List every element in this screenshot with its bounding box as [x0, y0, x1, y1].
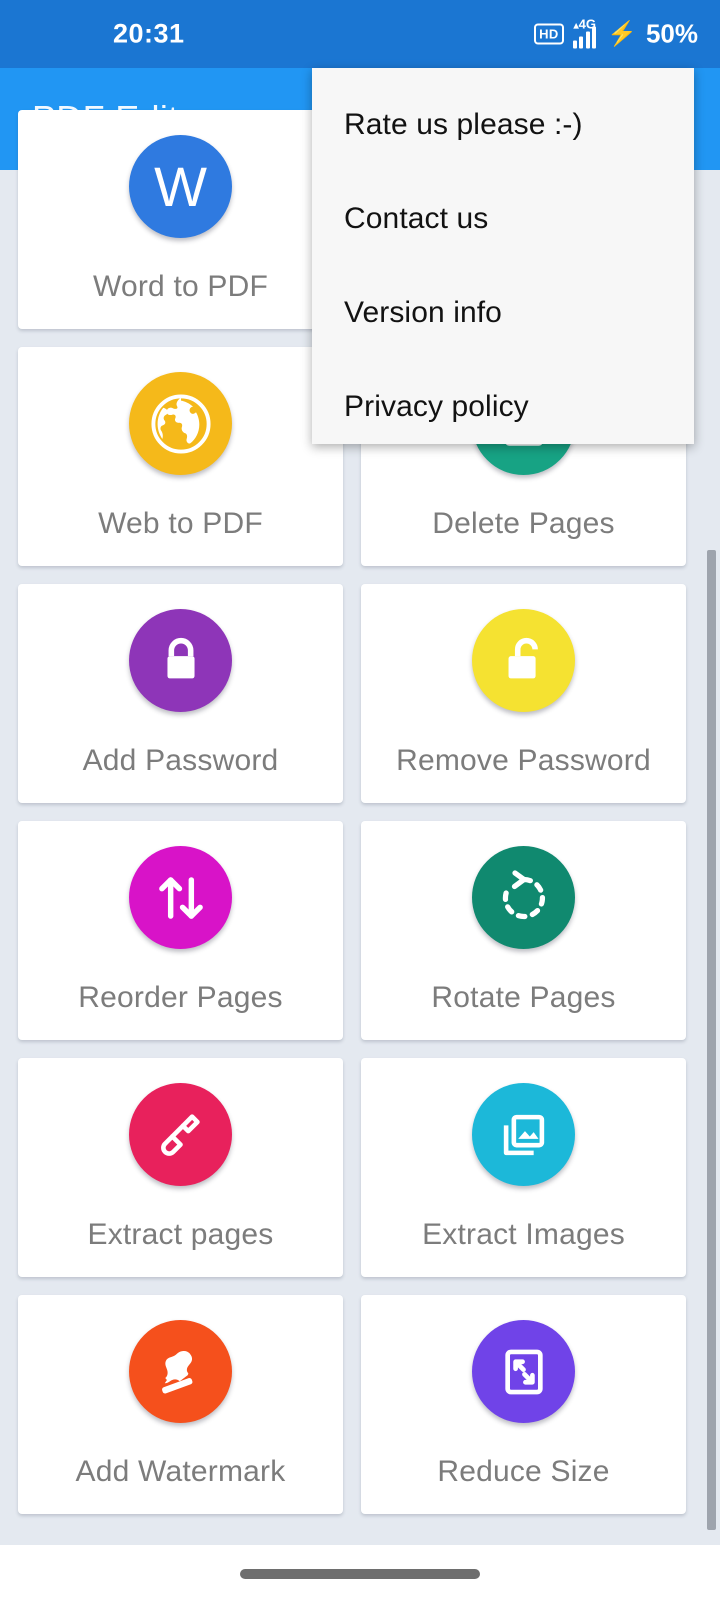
word-letter-w: W [154, 154, 207, 218]
compress-arrows-icon [472, 1320, 575, 1423]
tool-card-label: Extract pages [87, 1218, 274, 1251]
hd-icon: HD [534, 23, 564, 45]
tool-card-label: Remove Password [396, 744, 651, 777]
photo-stack-icon [472, 1083, 575, 1186]
tool-card-reorder-pages[interactable]: Reorder Pages [18, 821, 343, 1040]
battery-percent-label: 50% [645, 18, 698, 49]
shovel-icon [129, 1083, 232, 1186]
signal-bars-icon: ▴4G [572, 16, 597, 48]
app-screen: 20:31 HD ▴4G ⚡ 50% PDF Editor W Word to … [0, 0, 720, 1608]
tool-card-label: Extract Images [422, 1218, 625, 1251]
tool-card-label: Add Password [82, 744, 279, 777]
status-bar: 20:31 HD ▴4G ⚡ 50% [0, 0, 720, 68]
status-bar-indicators: HD ▴4G ⚡ 50% [534, 16, 698, 50]
tool-card-label: Web to PDF [98, 507, 263, 540]
lock-open-icon [472, 609, 575, 712]
network-type-label: ▴4G [573, 16, 596, 31]
tool-card-add-watermark[interactable]: Add Watermark [18, 1295, 343, 1514]
tool-card-extract-pages[interactable]: Extract pages [18, 1058, 343, 1277]
tool-card-reduce-size[interactable]: Reduce Size [361, 1295, 686, 1514]
tool-card-web-to-pdf[interactable]: Web to PDF [18, 347, 343, 566]
menu-item-privacy-policy[interactable]: Privacy policy [312, 360, 694, 454]
tool-card-label: Rotate Pages [431, 981, 616, 1014]
gesture-home-pill[interactable] [240, 1569, 480, 1579]
system-navigation-bar [0, 1545, 720, 1608]
globe-icon [129, 372, 232, 475]
tool-card-label: Word to PDF [92, 270, 269, 303]
tool-card-rotate-pages[interactable]: Rotate Pages [361, 821, 686, 1040]
word-doc-icon: W [129, 135, 232, 238]
lock-closed-icon [129, 609, 232, 712]
tool-card-label: Reorder Pages [78, 981, 283, 1014]
rotate-ccw-icon [472, 846, 575, 949]
menu-item-version-info[interactable]: Version info [312, 266, 694, 360]
menu-item-rate-us[interactable]: Rate us please :-) [312, 78, 694, 172]
stamp-icon [129, 1320, 232, 1423]
tool-card-label: Delete Pages [432, 507, 615, 540]
tool-card-remove-password[interactable]: Remove Password [361, 584, 686, 803]
tool-card-add-password[interactable]: Add Password [18, 584, 343, 803]
status-bar-clock: 20:31 [113, 18, 185, 49]
tool-card-extract-images[interactable]: Extract Images [361, 1058, 686, 1277]
overflow-menu[interactable]: Rate us please :-) Contact us Version in… [312, 68, 694, 444]
vertical-scrollbar[interactable] [707, 550, 716, 1530]
menu-item-contact-us[interactable]: Contact us [312, 172, 694, 266]
tool-card-word-to-pdf[interactable]: W Word to PDF [18, 110, 343, 329]
charging-bolt-icon: ⚡ [607, 20, 637, 47]
tool-card-label: Reduce Size [437, 1455, 610, 1488]
arrows-up-down-icon [129, 846, 232, 949]
tool-card-label: Add Watermark [75, 1455, 286, 1488]
